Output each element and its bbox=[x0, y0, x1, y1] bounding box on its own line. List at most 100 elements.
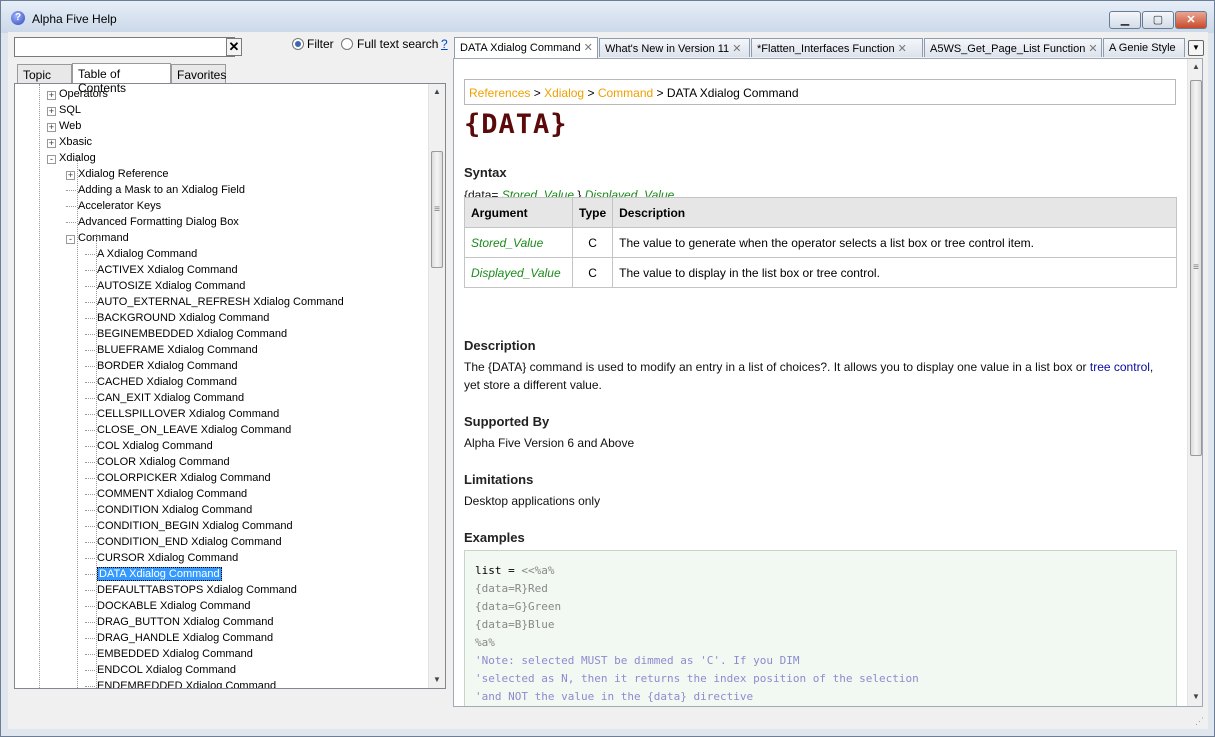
tree-item[interactable]: + SQL bbox=[47, 102, 81, 118]
window-title: Alpha Five Help bbox=[32, 12, 117, 26]
tab-favorites[interactable]: Favorites bbox=[171, 64, 226, 83]
fulltext-radio[interactable] bbox=[341, 38, 353, 50]
content-scroll-thumb[interactable]: ≡ bbox=[1190, 80, 1202, 456]
collapse-icon[interactable]: - bbox=[47, 155, 56, 164]
scroll-up-icon[interactable]: ▲ bbox=[1188, 59, 1202, 75]
tree-item[interactable]: - Command bbox=[66, 230, 129, 246]
tree-item[interactable]: COLOR Xdialog Command bbox=[85, 454, 230, 470]
doc-tab[interactable]: What's New in Version 11 ✕ bbox=[599, 38, 750, 57]
tree-connector bbox=[85, 493, 95, 495]
tree-item-label: ENDCOL Xdialog Command bbox=[97, 664, 236, 676]
expand-icon[interactable]: + bbox=[47, 139, 56, 148]
expand-icon[interactable]: + bbox=[66, 171, 75, 180]
tab-table-of-contents[interactable]: Table of Contents bbox=[72, 63, 171, 95]
tree-control-link[interactable]: tree control bbox=[1090, 360, 1150, 374]
doc-tab[interactable]: DATA Xdialog Command ✕ bbox=[454, 37, 598, 58]
tree-item[interactable]: CURSOR Xdialog Command bbox=[85, 550, 238, 566]
tree-item[interactable]: + Xdialog Reference bbox=[66, 166, 169, 182]
tree-item[interactable]: BLUEFRAME Xdialog Command bbox=[85, 342, 258, 358]
tree-item-label: Web bbox=[59, 120, 82, 132]
expand-icon[interactable]: + bbox=[47, 91, 56, 100]
code-line: {data=G}Green bbox=[475, 598, 1166, 616]
syntax-heading: Syntax bbox=[464, 165, 507, 180]
code-text: %a% bbox=[475, 636, 495, 649]
collapse-icon[interactable]: - bbox=[66, 235, 75, 244]
tree-item-label: DATA Xdialog Command bbox=[97, 567, 222, 581]
resize-grip-icon[interactable]: ⋰ bbox=[1195, 716, 1204, 727]
tree-item[interactable]: CONDITION_BEGIN Xdialog Command bbox=[85, 518, 293, 534]
table-row: Stored_Value C The value to generate whe… bbox=[464, 227, 1177, 258]
close-tab-icon[interactable]: ✕ bbox=[1088, 43, 1097, 55]
minimize-button[interactable]: ▁ bbox=[1109, 11, 1141, 29]
tab-list-dropdown-icon[interactable]: ▼ bbox=[1188, 40, 1204, 56]
tree-item[interactable]: ACTIVEX Xdialog Command bbox=[85, 262, 238, 278]
tree-scrollbar[interactable]: ▲ ≡ ▼ bbox=[428, 84, 445, 688]
close-button[interactable]: ✕ bbox=[1175, 11, 1207, 29]
content-scrollbar[interactable]: ▲ ≡ ▼ bbox=[1187, 59, 1202, 706]
tree-item[interactable]: BACKGROUND Xdialog Command bbox=[85, 310, 269, 326]
tree-item[interactable]: BEGINEMBEDDED Xdialog Command bbox=[85, 326, 287, 342]
tree-item[interactable]: AUTO_EXTERNAL_REFRESH Xdialog Command bbox=[85, 294, 344, 310]
tree-item[interactable]: COL Xdialog Command bbox=[85, 438, 213, 454]
tree-item[interactable]: CONDITION Xdialog Command bbox=[85, 502, 252, 518]
tree-item[interactable]: COMMENT Xdialog Command bbox=[85, 486, 247, 502]
tab-topic-list[interactable]: Topic List bbox=[17, 64, 72, 96]
limitations-text: Desktop applications only bbox=[464, 494, 601, 508]
doc-tab[interactable]: A Genie Style bbox=[1103, 38, 1185, 57]
tree-item[interactable]: COLORPICKER Xdialog Command bbox=[85, 470, 271, 486]
tree-item[interactable]: + Web bbox=[47, 118, 81, 134]
tree-item[interactable]: Accelerator Keys bbox=[66, 198, 161, 214]
tree-item[interactable]: A Xdialog Command bbox=[85, 246, 197, 262]
scroll-down-icon[interactable]: ▼ bbox=[1188, 689, 1202, 705]
tree-item[interactable]: AUTOSIZE Xdialog Command bbox=[85, 278, 245, 294]
tree-item[interactable]: CELLSPILLOVER Xdialog Command bbox=[85, 406, 279, 422]
tree-item[interactable]: DRAG_HANDLE Xdialog Command bbox=[85, 630, 273, 646]
tree-item-label: BACKGROUND Xdialog Command bbox=[97, 312, 270, 324]
search-input[interactable] bbox=[14, 37, 235, 57]
tree-scroll-thumb[interactable]: ≡ bbox=[431, 151, 443, 268]
tree-item[interactable]: Advanced Formatting Dialog Box bbox=[66, 214, 239, 230]
scroll-down-icon[interactable]: ▼ bbox=[429, 672, 445, 688]
close-tab-icon[interactable]: ✕ bbox=[584, 42, 593, 54]
tree-item[interactable]: EMBEDDED Xdialog Command bbox=[85, 646, 253, 662]
breadcrumb-link-references[interactable]: References bbox=[469, 86, 530, 100]
close-tab-icon[interactable]: ✕ bbox=[898, 43, 907, 55]
expand-icon[interactable]: + bbox=[47, 123, 56, 132]
expand-icon[interactable]: + bbox=[47, 107, 56, 116]
clear-search-button[interactable]: ✕ bbox=[226, 38, 242, 56]
tree-item[interactable]: BORDER Xdialog Command bbox=[85, 358, 238, 374]
tree-item-label: Xbasic bbox=[59, 136, 93, 148]
maximize-button[interactable]: ▢ bbox=[1142, 11, 1174, 29]
tree-item[interactable]: ENDEMBEDDED Xdialog Command bbox=[85, 678, 276, 688]
scroll-up-icon[interactable]: ▲ bbox=[429, 84, 445, 100]
tree-item[interactable]: Adding a Mask to an Xdialog Field bbox=[66, 182, 245, 198]
tree-item-label: Xdialog Reference bbox=[78, 168, 169, 180]
tree-item[interactable]: DEFAULTTABSTOPS Xdialog Command bbox=[85, 582, 297, 598]
tree-item[interactable]: + Xbasic bbox=[47, 134, 92, 150]
tree-item[interactable]: CLOSE_ON_LEAVE Xdialog Command bbox=[85, 422, 291, 438]
toc-tree[interactable]: +Operators+SQL+Web+Xbasic-Xdialog+Xdialo… bbox=[14, 83, 446, 689]
tree-item[interactable]: DOCKABLE Xdialog Command bbox=[85, 598, 250, 614]
table-header-row: Argument Type Description bbox=[464, 197, 1177, 228]
tree-item[interactable]: CAN_EXIT Xdialog Command bbox=[85, 390, 244, 406]
code-text: {data=B}Blue bbox=[475, 618, 555, 631]
tree-item[interactable]: DATA Xdialog Command bbox=[85, 566, 222, 582]
breadcrumb-current: DATA Xdialog Command bbox=[666, 86, 799, 100]
tree-item[interactable]: CACHED Xdialog Command bbox=[85, 374, 237, 390]
close-tab-icon[interactable]: ✕ bbox=[732, 43, 741, 55]
breadcrumb-link-xdialog[interactable]: Xdialog bbox=[544, 86, 584, 100]
search-help-link[interactable]: ? bbox=[441, 37, 448, 51]
doc-tab-label: *Flatten_Interfaces Function bbox=[757, 43, 895, 55]
tree-item[interactable]: DRAG_BUTTON Xdialog Command bbox=[85, 614, 273, 630]
tree-item[interactable]: ENDCOL Xdialog Command bbox=[85, 662, 236, 678]
tree-connector bbox=[85, 605, 95, 607]
code-line: list = <<%a% bbox=[475, 562, 1166, 580]
tree-item-label: CAN_EXIT Xdialog Command bbox=[97, 392, 245, 404]
doc-tab[interactable]: *Flatten_Interfaces Function ✕ bbox=[751, 38, 923, 57]
doc-tab[interactable]: A5WS_Get_Page_List Function ✕ bbox=[924, 38, 1102, 57]
tree-item[interactable]: CONDITION_END Xdialog Command bbox=[85, 534, 282, 550]
filter-radio[interactable] bbox=[292, 38, 304, 50]
breadcrumb-link-command[interactable]: Command bbox=[598, 86, 653, 100]
tree-item[interactable]: - Xdialog bbox=[47, 150, 96, 166]
tree-connector bbox=[85, 461, 95, 463]
